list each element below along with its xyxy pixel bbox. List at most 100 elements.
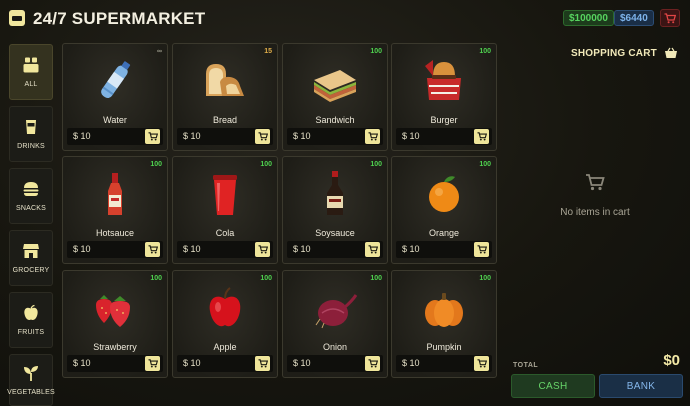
- product-name: Onion: [322, 342, 348, 352]
- product-name: Strawberry: [93, 342, 137, 352]
- add-to-cart-button[interactable]: [145, 242, 160, 257]
- pay-bank-button[interactable]: BANK: [599, 374, 683, 398]
- pumpkin-icon: [425, 293, 463, 327]
- sandwich-icon: [314, 70, 356, 102]
- price-bar: $ 10: [67, 241, 163, 258]
- price-bar: $ 10: [396, 241, 492, 258]
- product-card-hotsauce: 100 Hotsauce $ 10: [62, 156, 168, 264]
- price-bar: $ 10: [177, 128, 273, 145]
- price-bar: $ 10: [67, 355, 163, 372]
- product-card-bread: 15 Bread $ 10: [172, 43, 278, 151]
- product-price: $ 10: [73, 244, 91, 254]
- cart-icon: [148, 132, 158, 141]
- add-to-cart-button[interactable]: [255, 356, 270, 371]
- pay-cash-button[interactable]: CASH: [511, 374, 595, 398]
- cola-cup-icon: [213, 175, 237, 215]
- storefront-icon: [23, 244, 39, 258]
- cash-balance-badge: $100000: [563, 10, 614, 26]
- stock-count: 15: [264, 48, 272, 55]
- price-bar: $ 10: [396, 355, 492, 372]
- cart-icon: [368, 359, 378, 368]
- burger-box-icon: [425, 60, 461, 100]
- product-price: $ 10: [183, 358, 201, 368]
- product-price: $ 10: [293, 131, 311, 141]
- price-bar: $ 10: [177, 241, 273, 258]
- apple-fruit-icon: [209, 287, 241, 327]
- add-to-cart-button[interactable]: [365, 242, 380, 257]
- category-label: VEGETABLES: [7, 389, 55, 396]
- product-card-cola: 100 Cola $ 10: [172, 156, 278, 264]
- product-card-pumpkin: 100 Pumpkin $ 10: [391, 270, 497, 378]
- product-name: Hotsauce: [95, 228, 135, 238]
- category-grocery[interactable]: GROCERY: [9, 230, 53, 286]
- sprout-icon: [24, 366, 38, 381]
- category-snacks[interactable]: SNACKS: [9, 168, 53, 224]
- category-label: ALL: [24, 81, 38, 88]
- cart-icon: [477, 359, 487, 368]
- add-to-cart-button[interactable]: [255, 242, 270, 257]
- strawberry-icon: [96, 295, 130, 327]
- product-card-strawberry: 100 Strawberry $ 10: [62, 270, 168, 378]
- cart-icon: [258, 245, 268, 254]
- empty-cart-icon: [586, 174, 605, 191]
- add-to-cart-button[interactable]: [365, 129, 380, 144]
- product-name: Cola: [215, 228, 235, 238]
- cart-icon: [664, 12, 676, 23]
- product-card-onion: 100 Onion $ 10: [282, 270, 388, 378]
- stock-count: 100: [370, 48, 382, 55]
- cart-icon: [258, 132, 268, 141]
- onion-icon: [315, 294, 358, 329]
- category-drinks[interactable]: DRINKS: [9, 106, 53, 162]
- product-card-soysauce: 100 Soysauce $ 10: [282, 156, 388, 264]
- cart-icon: [258, 359, 268, 368]
- product-card-apple: 100 Apple $ 10: [172, 270, 278, 378]
- product-name: Bread: [212, 115, 238, 125]
- add-to-cart-button[interactable]: [474, 356, 489, 371]
- stock-count: 100: [370, 275, 382, 282]
- add-to-cart-button[interactable]: [474, 129, 489, 144]
- cart-icon: [148, 245, 158, 254]
- price-bar: $ 10: [287, 355, 383, 372]
- product-price: $ 10: [183, 244, 201, 254]
- category-label: SNACKS: [16, 205, 46, 212]
- product-price: $ 10: [73, 131, 91, 141]
- price-bar: $ 10: [177, 355, 273, 372]
- price-bar: $ 10: [287, 128, 383, 145]
- add-to-cart-button[interactable]: [474, 242, 489, 257]
- add-to-cart-button[interactable]: [255, 129, 270, 144]
- add-to-cart-button[interactable]: [145, 356, 160, 371]
- category-vegetables[interactable]: VEGETABLES: [7, 354, 55, 406]
- product-name: Water: [103, 115, 127, 125]
- add-to-cart-button[interactable]: [365, 356, 380, 371]
- product-price: $ 10: [402, 131, 420, 141]
- stock-count: 100: [370, 161, 382, 168]
- category-label: DRINKS: [17, 143, 45, 150]
- add-to-cart-button[interactable]: [145, 129, 160, 144]
- price-bar: $ 10: [67, 128, 163, 145]
- product-price: $ 10: [293, 244, 311, 254]
- product-card-orange: 100 Orange $ 10: [391, 156, 497, 264]
- product-name: Orange: [428, 228, 460, 238]
- product-price: $ 10: [402, 358, 420, 368]
- stock-count: ∞: [157, 48, 162, 55]
- empty-cart-message: No items in cart: [560, 207, 630, 218]
- cart-close-button[interactable]: [660, 9, 680, 27]
- product-name: Pumpkin: [426, 342, 462, 352]
- product-price: $ 10: [402, 244, 420, 254]
- cart-icon: [368, 132, 378, 141]
- stock-count: 100: [260, 161, 272, 168]
- cart-icon: [368, 245, 378, 254]
- cart-icon: [477, 245, 487, 254]
- stock-count: 100: [479, 275, 491, 282]
- category-all[interactable]: ALL: [9, 44, 53, 100]
- product-price: $ 10: [183, 131, 201, 141]
- category-fruits[interactable]: FRUITS: [9, 292, 53, 348]
- product-price: $ 10: [293, 358, 311, 368]
- all-box-icon: [23, 57, 39, 73]
- price-bar: $ 10: [396, 128, 492, 145]
- product-card-sandwich: 100 Sandwich $ 10: [282, 43, 388, 151]
- price-bar: $ 10: [287, 241, 383, 258]
- product-name: Sandwich: [315, 115, 355, 125]
- apple-icon: [24, 304, 38, 320]
- page-title: 24/7 SUPERMARKET: [33, 9, 206, 28]
